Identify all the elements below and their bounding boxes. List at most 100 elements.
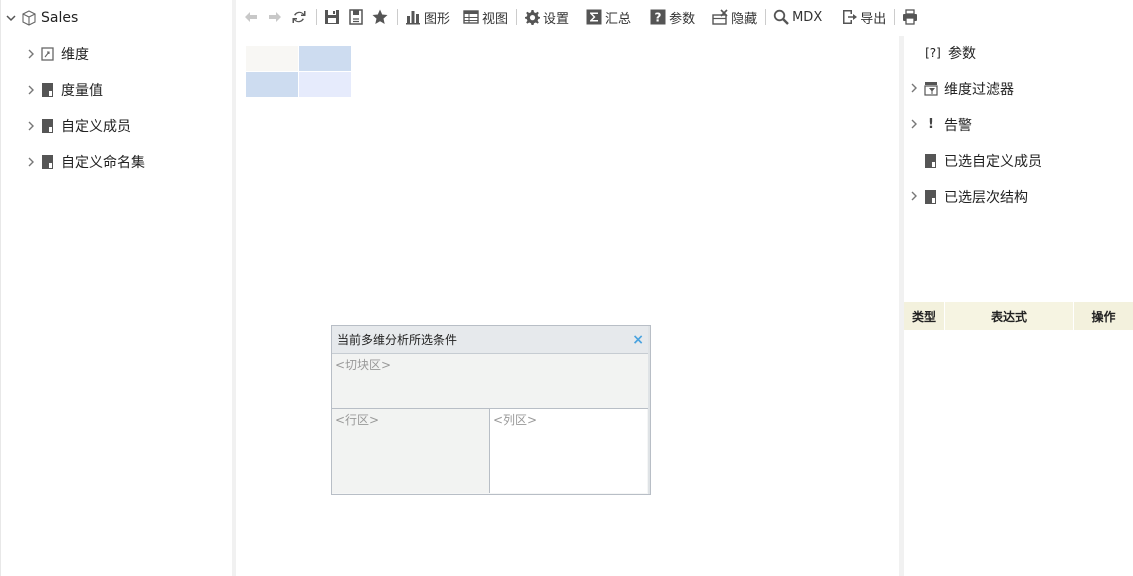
- tree-item-label: 自定义成员: [61, 119, 131, 135]
- panel-item-selected-hierarchies[interactable]: 已选层次结构: [908, 187, 1028, 207]
- table-header-expression[interactable]: 表达式: [945, 302, 1074, 330]
- tree-item-label: 自定义命名集: [61, 155, 145, 171]
- tree-item-custom-member[interactable]: 自定义成员: [25, 116, 131, 136]
- cube-tree-panel: Sales 维度 度量值 自定义成员 自定义命名集: [0, 0, 232, 576]
- chevron-right-icon[interactable]: [908, 190, 920, 205]
- tree-root-sales[interactable]: Sales: [5, 8, 78, 28]
- panel-item-params[interactable]: [?] 参数: [908, 43, 976, 63]
- arrow-left-icon: [242, 8, 260, 26]
- pivot-grid-area: [236, 36, 899, 576]
- question-icon: ?: [649, 8, 667, 26]
- save-icon: [323, 8, 341, 26]
- chevron-right-icon[interactable]: [25, 156, 37, 168]
- toolbar-divider: [516, 9, 518, 25]
- chevron-right-icon[interactable]: [908, 118, 920, 133]
- toolbar-divider: [894, 9, 896, 25]
- hide-icon: [711, 8, 729, 26]
- params-button-label: 参数: [669, 11, 696, 27]
- print-button[interactable]: [901, 6, 919, 28]
- chevron-right-icon[interactable]: [25, 120, 37, 132]
- row-zone-label: <行区>: [335, 413, 380, 427]
- favorite-button[interactable]: [371, 6, 389, 28]
- named-set-icon: [41, 154, 55, 170]
- refresh-icon: [290, 8, 308, 26]
- view-button[interactable]: 视图: [462, 6, 508, 28]
- row-zone[interactable]: <行区>: [332, 409, 490, 493]
- mdx-button-label: MDX: [792, 9, 823, 25]
- column-zone-label: <列区>: [493, 413, 538, 427]
- chevron-right-icon[interactable]: [25, 48, 37, 60]
- chevron-right-icon[interactable]: [908, 82, 920, 97]
- hide-button[interactable]: 隐藏: [711, 6, 757, 28]
- panel-item-alert[interactable]: ! 告警: [908, 115, 972, 135]
- close-icon[interactable]: ×: [632, 332, 644, 348]
- svg-text:?: ?: [655, 11, 662, 25]
- mdx-button[interactable]: MDX: [772, 6, 822, 28]
- chart-button[interactable]: 图形: [404, 6, 450, 28]
- custom-member-icon: [41, 118, 55, 134]
- summary-button[interactable]: 汇总: [585, 6, 631, 28]
- slice-zone-label: <切块区>: [335, 358, 392, 372]
- tree-item-dimension[interactable]: 维度: [25, 44, 89, 64]
- question-bracket-icon: [?]: [925, 46, 941, 60]
- save-as-icon: [347, 8, 365, 26]
- dimension-icon: [41, 46, 55, 62]
- hide-button-label: 隐藏: [731, 11, 758, 27]
- column-zone[interactable]: <列区>: [490, 409, 647, 493]
- panel-item-label: 已选自定义成员: [944, 154, 1042, 170]
- settings-button[interactable]: 设置: [523, 6, 569, 28]
- dialog-title: 当前多维分析所选条件: [337, 333, 458, 347]
- expression-table-header: 类型 表达式 操作: [904, 302, 1133, 330]
- panel-item-label: 告警: [944, 118, 972, 134]
- star-icon: [371, 8, 389, 26]
- gear-icon: [523, 8, 541, 26]
- table-view-icon: [462, 8, 480, 26]
- export-icon: [840, 8, 858, 26]
- params-button[interactable]: ? 参数: [649, 6, 695, 28]
- dialog-border: [648, 326, 650, 494]
- panel-item-label: 参数: [948, 46, 976, 62]
- back-button[interactable]: [242, 6, 260, 28]
- custom-member-icon: [924, 153, 938, 169]
- view-button-label: 视图: [482, 11, 509, 27]
- selected-conditions-dialog: 当前多维分析所选条件 × <切块区> <行区> <列区>: [331, 325, 651, 495]
- measure-icon: [41, 82, 55, 98]
- refresh-button[interactable]: [290, 6, 308, 28]
- forward-button[interactable]: [266, 6, 284, 28]
- search-icon: [772, 8, 790, 26]
- chevron-right-icon[interactable]: [25, 84, 37, 96]
- table-header-operation[interactable]: 操作: [1074, 302, 1133, 330]
- slice-zone[interactable]: <切块区>: [332, 354, 648, 409]
- properties-panel: [?] 参数 维度过滤器 ! 告警 已选自定义成员 已选层次结构 类型 表达式 …: [904, 36, 1133, 576]
- cube-icon: [21, 10, 36, 26]
- grid-data-cell[interactable]: [299, 72, 351, 97]
- save-button[interactable]: [323, 6, 341, 28]
- dialog-header[interactable]: 当前多维分析所选条件 ×: [332, 326, 650, 354]
- alert-icon: !: [928, 117, 934, 132]
- grid-row-header-cell[interactable]: [246, 72, 298, 97]
- grid-corner-cell: [246, 46, 298, 71]
- export-button[interactable]: 导出: [840, 6, 886, 28]
- export-button-label: 导出: [860, 11, 887, 27]
- filter-icon: [924, 81, 938, 97]
- bar-chart-icon: [404, 8, 422, 26]
- panel-item-dimension-filter[interactable]: 维度过滤器: [908, 79, 1014, 99]
- tree-item-label: 维度: [61, 47, 89, 63]
- toolbar: 图形 视图 设置 汇总 ? 参数 隐藏 MDX 导出: [236, 0, 1133, 34]
- summary-button-label: 汇总: [605, 11, 632, 27]
- panel-item-selected-custom-members[interactable]: 已选自定义成员: [908, 151, 1042, 171]
- sigma-icon: [585, 8, 603, 26]
- toolbar-divider: [765, 9, 767, 25]
- grid-column-header-cell[interactable]: [299, 46, 351, 71]
- arrow-right-icon: [266, 8, 284, 26]
- hierarchy-icon: [924, 189, 938, 205]
- table-header-type[interactable]: 类型: [904, 302, 945, 330]
- panel-item-label: 维度过滤器: [944, 82, 1014, 98]
- cube-name: Sales: [41, 10, 79, 26]
- settings-button-label: 设置: [543, 11, 570, 27]
- save-as-button[interactable]: [347, 6, 365, 28]
- toolbar-divider: [397, 9, 398, 25]
- chevron-down-icon[interactable]: [5, 12, 17, 24]
- tree-item-named-set[interactable]: 自定义命名集: [25, 152, 145, 172]
- tree-item-measure[interactable]: 度量值: [25, 80, 103, 100]
